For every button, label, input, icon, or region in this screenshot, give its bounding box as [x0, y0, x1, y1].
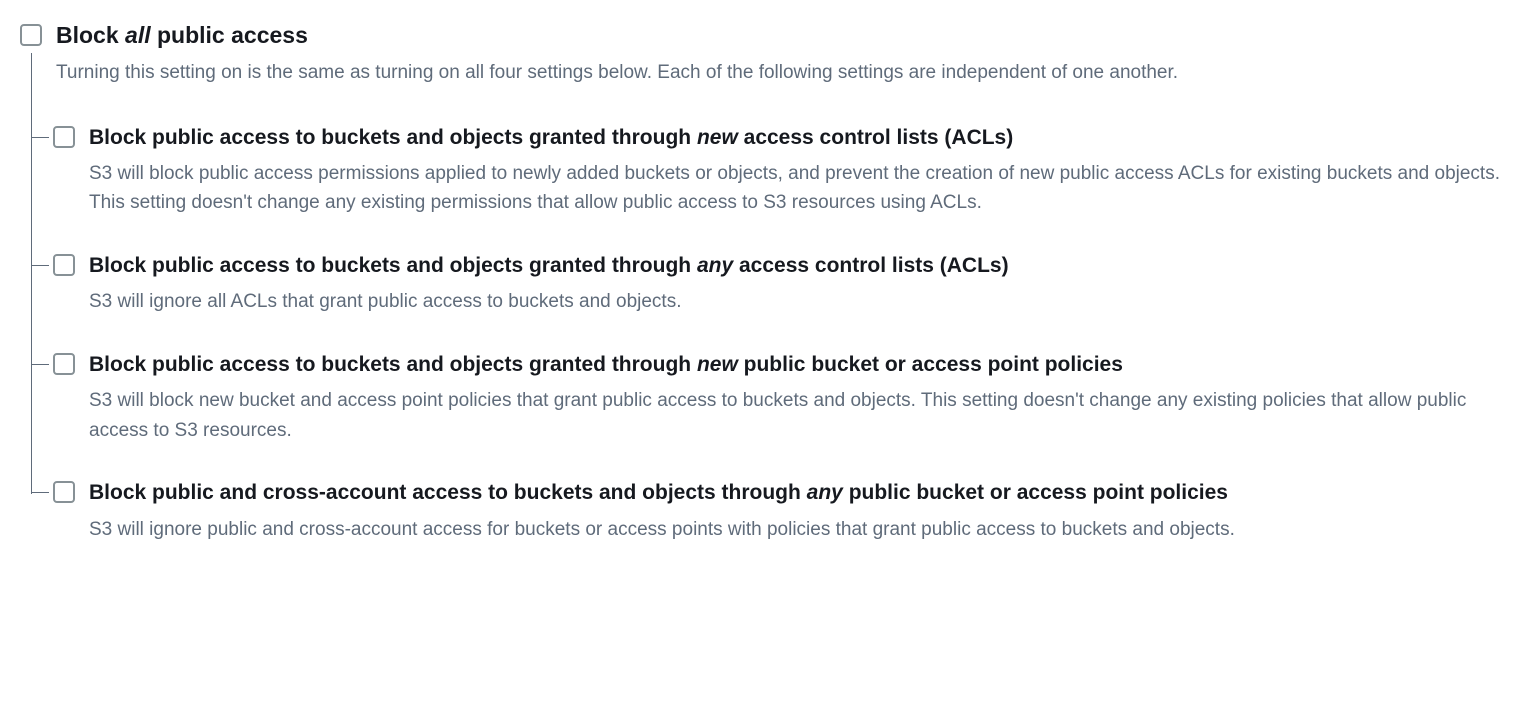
tree-branch-line	[31, 364, 49, 365]
block-new-acls-checkbox[interactable]	[53, 126, 75, 148]
block-any-policies-description: S3 will ignore public and cross-account …	[89, 515, 1514, 544]
label-text-em: new	[697, 126, 738, 149]
block-new-policies-description: S3 will block new bucket and access poin…	[89, 386, 1514, 445]
block-any-policies-label: Block public and cross-account access to…	[89, 477, 1514, 509]
label-text-post: public access	[151, 22, 308, 48]
block-new-acls-row: Block public access to buckets and objec…	[31, 98, 1514, 226]
block-any-policies-row: Block public and cross-account access to…	[31, 453, 1514, 552]
block-all-public-access-label: Block all public access	[56, 20, 308, 51]
label-text-em: any	[807, 481, 843, 504]
block-new-policies-label: Block public access to buckets and objec…	[89, 349, 1514, 381]
label-text-pre: Block public access to buckets and objec…	[89, 254, 697, 277]
block-any-acls-checkbox[interactable]	[53, 254, 75, 276]
block-any-acls-label: Block public access to buckets and objec…	[89, 250, 1514, 282]
block-new-acls-label: Block public access to buckets and objec…	[89, 122, 1514, 154]
label-text-pre: Block	[56, 22, 125, 48]
label-text-em: all	[125, 22, 151, 48]
sub-options-tree: Block public access to buckets and objec…	[31, 98, 1514, 553]
label-text-pre: Block public access to buckets and objec…	[89, 353, 697, 376]
label-text-post: public bucket or access point policies	[738, 353, 1123, 376]
block-new-policies-row: Block public access to buckets and objec…	[31, 325, 1514, 453]
tree-branch-line	[31, 137, 49, 138]
label-text-em: new	[697, 353, 738, 376]
label-text-post: access control lists (ACLs)	[733, 254, 1008, 277]
block-any-acls-row: Block public access to buckets and objec…	[31, 226, 1514, 325]
block-all-public-access-row: Block all public access	[20, 20, 1514, 51]
label-text-post: public bucket or access point policies	[843, 481, 1228, 504]
label-text-post: access control lists (ACLs)	[738, 126, 1013, 149]
label-text-em: any	[697, 254, 733, 277]
label-text-pre: Block public and cross-account access to…	[89, 481, 807, 504]
label-text-pre: Block public access to buckets and objec…	[89, 126, 697, 149]
tree-branch-line	[31, 265, 49, 266]
block-all-public-access-description: Turning this setting on is the same as t…	[56, 59, 1514, 88]
block-any-acls-description: S3 will ignore all ACLs that grant publi…	[89, 287, 1514, 316]
block-new-policies-checkbox[interactable]	[53, 353, 75, 375]
block-new-acls-description: S3 will block public access permissions …	[89, 159, 1514, 218]
block-any-policies-checkbox[interactable]	[53, 481, 75, 503]
block-all-public-access-checkbox[interactable]	[20, 24, 42, 46]
tree-branch-line	[31, 492, 49, 493]
